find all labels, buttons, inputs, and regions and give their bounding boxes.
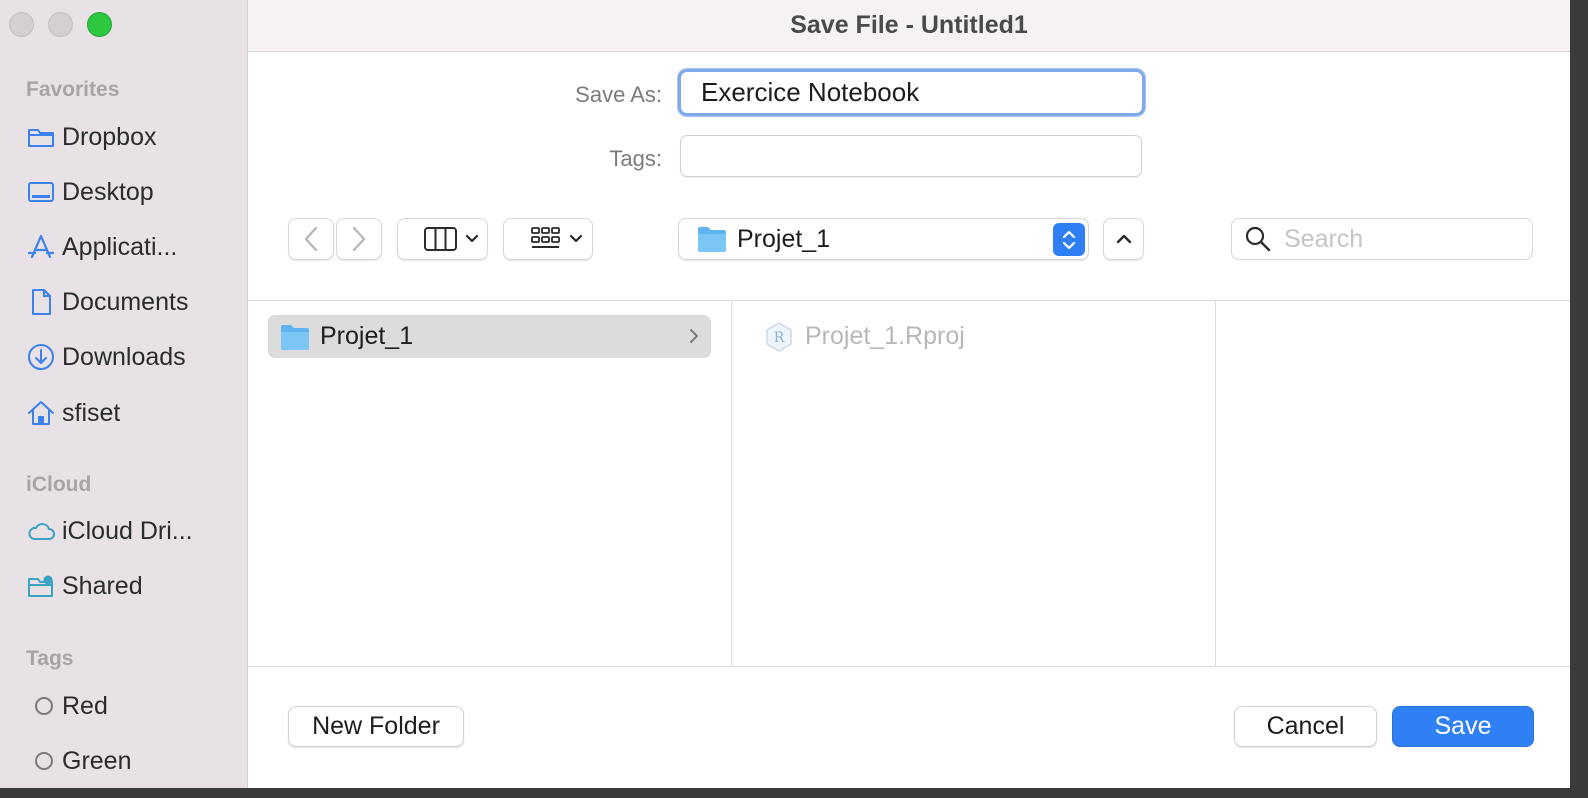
zoom-window-button[interactable] <box>87 12 112 37</box>
sidebar-item-downloads[interactable]: Downloads <box>26 335 236 379</box>
forward-button[interactable] <box>336 218 382 260</box>
sidebar-tag-red[interactable]: Red <box>26 684 236 728</box>
search-field[interactable] <box>1231 218 1533 260</box>
minimize-window-button[interactable] <box>48 12 73 37</box>
cancel-button[interactable]: Cancel <box>1234 706 1377 747</box>
save-as-input[interactable] <box>678 69 1145 116</box>
save-button[interactable]: Save <box>1392 706 1534 747</box>
collapse-button[interactable] <box>1103 218 1144 260</box>
sidebar-item-label: Applicati... <box>62 232 178 261</box>
updown-chevron-icon <box>1053 223 1085 256</box>
icloud-header: iCloud <box>26 473 92 496</box>
tag-circle-icon <box>35 752 53 770</box>
browser-row-label: Projet_1.Rproj <box>805 322 965 350</box>
columns-icon <box>423 227 478 251</box>
new-folder-button[interactable]: New Folder <box>288 706 464 747</box>
close-window-button[interactable] <box>9 12 34 37</box>
save-file-dialog: Favorites Dropbox Desktop Applicati... D… <box>0 0 1570 788</box>
sidebar-item-shared[interactable]: Shared <box>26 564 236 608</box>
chevron-left-icon <box>304 226 318 252</box>
location-label: Projet_1 <box>737 224 831 253</box>
column-divider <box>731 301 732 666</box>
sidebar-item-home[interactable]: sfiset <box>26 391 236 435</box>
applications-icon <box>26 232 62 262</box>
column-view-button[interactable] <box>397 218 488 260</box>
tags-field[interactable] <box>680 135 1142 177</box>
title-bar: Save File - Untitled1 <box>248 0 1570 52</box>
group-view-button[interactable] <box>503 218 593 260</box>
cloud-icon <box>26 516 62 546</box>
sidebar: Favorites Dropbox Desktop Applicati... D… <box>0 0 248 788</box>
sidebar-item-label: Green <box>62 746 132 775</box>
sidebar-item-dropbox[interactable]: Dropbox <box>26 115 236 159</box>
grid-icon <box>531 227 583 248</box>
search-icon <box>1245 226 1271 252</box>
home-icon <box>26 398 62 428</box>
window-title: Save File - Untitled1 <box>790 11 1028 39</box>
folder-icon <box>698 227 726 252</box>
tag-circle-icon <box>35 697 53 715</box>
document-icon <box>26 287 62 317</box>
sidebar-tag-green[interactable]: Green <box>26 739 236 783</box>
desktop-icon <box>26 177 62 207</box>
search-input[interactable] <box>1284 224 1514 254</box>
rproj-file-icon: R <box>766 321 792 352</box>
tags-label: Tags: <box>609 146 662 171</box>
sidebar-item-label: Red <box>62 691 108 720</box>
sidebar-item-label: Desktop <box>62 177 154 206</box>
back-button[interactable] <box>288 218 334 260</box>
chevron-right-icon <box>690 329 698 343</box>
save-as-label: Save As: <box>575 82 662 107</box>
sidebar-item-applications[interactable]: Applicati... <box>26 225 236 269</box>
location-popup[interactable]: Projet_1 <box>678 218 1089 260</box>
chevron-up-icon <box>1116 234 1131 244</box>
sidebar-item-label: Documents <box>62 287 189 316</box>
sidebar-item-desktop[interactable]: Desktop <box>26 170 236 214</box>
sidebar-item-label: iCloud Dri... <box>62 516 193 545</box>
sidebar-item-label: Dropbox <box>62 122 157 151</box>
download-icon <box>26 342 62 372</box>
chevron-right-icon <box>352 226 366 252</box>
folder-icon <box>281 324 309 350</box>
sidebar-item-label: sfiset <box>62 398 121 427</box>
sidebar-item-icloud-drive[interactable]: iCloud Dri... <box>26 509 236 553</box>
tags-header: Tags <box>26 647 74 670</box>
column-divider <box>1215 301 1216 666</box>
browser-row-label: Projet_1 <box>320 322 414 350</box>
sidebar-item-label: Shared <box>62 571 143 600</box>
browser-row-rproj[interactable]: R Projet_1.Rproj <box>763 315 965 358</box>
sidebar-item-documents[interactable]: Documents <box>26 280 236 324</box>
folder-icon <box>26 122 62 152</box>
svg-text:R: R <box>774 330 785 346</box>
browser-row-projet1[interactable]: Projet_1 <box>268 315 711 358</box>
shared-folder-icon <box>26 571 62 601</box>
sidebar-item-label: Downloads <box>62 342 186 371</box>
file-browser: Projet_1 R Projet_1.Rproj <box>248 300 1570 667</box>
favorites-header: Favorites <box>26 78 120 101</box>
